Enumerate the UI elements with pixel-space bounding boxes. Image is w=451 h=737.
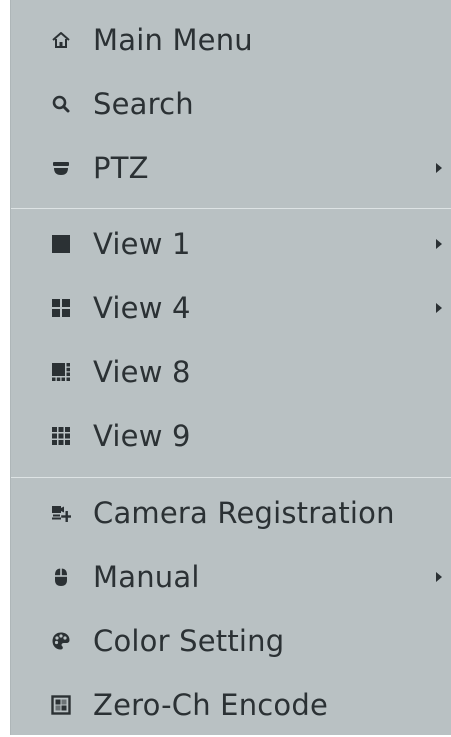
menu-item-view-1[interactable]: View 1 [11,212,451,276]
submenu-arrow-icon [436,303,442,313]
menu-item-label: Main Menu [93,22,253,57]
menu-item-label: Search [93,86,194,121]
menu-item-label: Zero-Ch Encode [93,687,329,722]
single-view-icon [51,234,71,254]
menu-item-label: Color Setting [93,623,285,658]
menu-item-label: Manual [93,559,200,594]
menu-divider [11,208,451,209]
mouse-icon [51,567,71,587]
menu-item-label: View 1 [93,226,191,261]
menu-item-view-4[interactable]: View 4 [11,276,451,340]
eight-view-icon [51,362,71,382]
zero-channel-icon [51,695,71,715]
menu-item-label: PTZ [93,150,149,185]
submenu-arrow-icon [436,572,442,582]
menu-item-zero-ch-encode[interactable]: Zero-Ch Encode [11,673,451,737]
quad-view-icon [51,298,71,318]
search-icon [51,94,71,114]
menu-item-main-menu[interactable]: Main Menu [11,8,451,72]
menu-item-label: View 8 [93,354,191,389]
palette-icon [51,631,71,651]
menu-item-color-setting[interactable]: Color Setting [11,609,451,673]
nine-view-icon [51,426,71,446]
menu-item-label: View 9 [93,418,191,453]
menu-divider [11,477,451,478]
menu-item-label: View 4 [93,290,191,325]
submenu-arrow-icon [436,239,442,249]
menu-item-label: Camera Registration [93,495,395,530]
menu-item-ptz[interactable]: PTZ [11,136,451,200]
dome-camera-icon [51,158,71,178]
menu-item-view-9[interactable]: View 9 [11,404,451,468]
menu-item-view-8[interactable]: View 8 [11,340,451,404]
menu-item-search[interactable]: Search [11,72,451,136]
menu-item-camera-registration[interactable]: Camera Registration [11,481,451,545]
home-icon [51,30,71,50]
context-menu: Main Menu Search PTZ View 1 View 4 View … [10,0,451,735]
submenu-arrow-icon [436,163,442,173]
camera-registration-icon [51,503,71,523]
menu-item-manual[interactable]: Manual [11,545,451,609]
